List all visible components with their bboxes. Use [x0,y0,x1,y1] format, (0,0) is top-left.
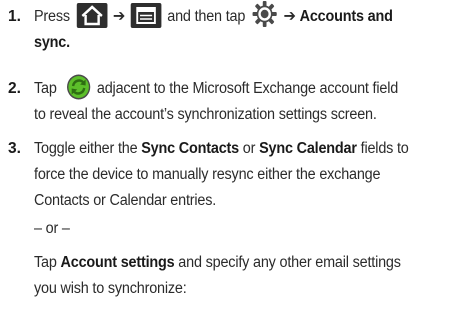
step-1-line-1: Press ➔ and then tap ➔ Accounts and [34,0,393,30]
sync-icon [66,74,90,100]
step-text: fields to [360,140,409,157]
settings-gear-icon [252,0,278,28]
step-3-line-4: Tap Account settings and specify any oth… [34,250,401,276]
step-text: Press [34,8,70,25]
step-3-line-1: Toggle either the Sync Contacts or Sync … [34,136,409,162]
step-text: Tap [34,80,57,97]
sync-contacts-label: Sync Contacts [141,140,239,157]
arrow-icon: ➔ [283,8,296,25]
step-3-line-5: you wish to synchronize: [34,280,187,297]
or-separator: – or – [34,220,70,237]
accounts-and-sync-label: Accounts and [299,8,393,25]
arrow-icon: ➔ [112,8,126,25]
step-text: Tap [34,254,57,271]
step-3-line-3: Contacts or Calendar entries. [34,192,217,209]
step-number: 1. [8,8,21,25]
account-settings-label: Account settings [60,254,175,271]
step-2-line-1: Tap adjacent to the Microsoft Exchange a… [34,74,399,102]
step-text: and specify any other email settings [178,254,401,271]
step-number: 3. [8,140,21,157]
sync-calendar-label: Sync Calendar [259,140,357,157]
instruction-page: 1. Press ➔ and then tap ➔ Accounts and s… [0,0,469,320]
home-icon [76,2,108,28]
step-number: 2. [8,80,21,97]
step-3-line-2: force the device to manually resync eith… [34,166,381,183]
step-text: or [242,140,256,157]
menu-icon [130,2,162,28]
step-1-line-2: sync. [34,34,70,51]
step-text: Toggle either the [34,140,138,157]
step-text: adjacent to the Microsoft Exchange accou… [96,80,399,97]
step-2-line-2: to reveal the account’s synchronization … [34,106,377,123]
step-text: and then tap [167,8,246,25]
